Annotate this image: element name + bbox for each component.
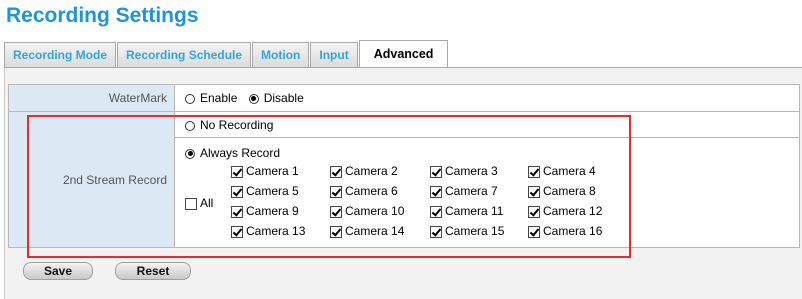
camera-label: Camera 14 [345,224,405,238]
all-cameras-checkbox[interactable] [185,197,197,210]
camera-label: Camera 16 [543,224,603,238]
watermark-disable-option[interactable]: Disable [248,91,304,105]
camera-label: Camera 1 [246,164,299,178]
camera-option[interactable]: Camera 10 [330,204,430,219]
camera-label: Camera 11 [445,204,504,218]
no-recording-label: No Recording [200,118,274,132]
camera-grid: Camera 1 Camera 2 Camera 3 Camera 4 Came… [231,164,628,239]
tab-advanced[interactable]: Advanced [358,40,449,67]
always-record-option[interactable]: Always Record [185,146,280,160]
stream-record-value: No Recording Always Record All Camera 1 … [174,111,800,248]
camera-checkbox[interactable] [528,165,540,178]
camera-option[interactable]: Camera 7 [430,184,528,199]
camera-checkbox[interactable] [330,225,342,238]
watermark-enable-option[interactable]: Enable [185,91,241,105]
camera-option[interactable]: Camera 16 [528,224,628,239]
camera-label: Camera 3 [445,164,498,178]
reset-button[interactable]: Reset [115,262,191,280]
camera-option[interactable]: Camera 4 [528,164,628,179]
tab-input[interactable]: Input [310,42,358,67]
camera-option[interactable]: Camera 14 [330,224,430,239]
watermark-disable-radio[interactable] [248,93,259,104]
watermark-label: WaterMark [8,84,175,112]
page-title: Recording Settings [6,4,199,27]
camera-label: Camera 13 [246,224,306,238]
camera-checkbox[interactable] [231,165,243,178]
camera-label: Camera 7 [445,184,498,198]
camera-checkbox[interactable] [330,185,342,198]
camera-label: Camera 6 [345,184,398,198]
camera-checkbox[interactable] [231,205,243,218]
watermark-disable-label: Disable [263,91,304,105]
save-button[interactable]: Save [23,262,93,280]
all-cameras-option[interactable]: All [185,196,213,210]
camera-checkbox[interactable] [430,205,442,218]
tab-recording-mode[interactable]: Recording Mode [4,42,117,67]
camera-checkbox[interactable] [430,165,442,178]
camera-option[interactable]: Camera 12 [528,204,628,219]
camera-option[interactable]: Camera 6 [330,184,430,199]
camera-option[interactable]: Camera 13 [231,224,330,239]
camera-label: Camera 8 [543,184,596,198]
camera-label: Camera 10 [345,204,405,218]
camera-option[interactable]: Camera 2 [330,164,430,179]
camera-label: Camera 12 [543,204,603,218]
camera-option[interactable]: Camera 5 [231,184,330,199]
camera-label: Camera 2 [345,164,398,178]
camera-checkbox[interactable] [430,185,442,198]
watermark-enable-radio[interactable] [185,93,195,104]
camera-checkbox[interactable] [430,225,442,238]
camera-option[interactable]: Camera 3 [430,164,528,179]
settings-form: WaterMark Enable Disable 2nd Stream Reco… [8,84,800,248]
tab-motion[interactable]: Motion [252,42,310,67]
camera-checkbox[interactable] [528,205,540,218]
camera-option[interactable]: Camera 11 [430,204,528,219]
row-divider [175,137,799,138]
camera-checkbox[interactable] [231,225,243,238]
camera-checkbox[interactable] [330,205,342,218]
watermark-enable-label: Enable [200,91,238,105]
all-cameras-label: All [200,196,214,210]
camera-checkbox[interactable] [231,185,243,198]
camera-option[interactable]: Camera 8 [528,184,628,199]
camera-label: Camera 15 [445,224,505,238]
camera-label: Camera 9 [246,204,299,218]
stream-record-label: 2nd Stream Record [8,111,175,248]
camera-label: Camera 5 [246,184,299,198]
camera-option[interactable]: Camera 15 [430,224,528,239]
camera-option[interactable]: Camera 1 [231,164,330,179]
always-record-radio[interactable] [185,148,195,159]
always-record-label: Always Record [200,146,281,160]
tab-bar: Recording Mode Recording Schedule Motion… [4,40,449,68]
tab-recording-schedule[interactable]: Recording Schedule [117,42,252,67]
camera-checkbox[interactable] [528,225,540,238]
camera-option[interactable]: Camera 9 [231,204,330,219]
camera-label: Camera 4 [543,164,596,178]
camera-checkbox[interactable] [528,185,540,198]
no-recording-radio[interactable] [185,120,195,131]
watermark-value: Enable Disable [174,84,800,112]
camera-checkbox[interactable] [330,165,342,178]
no-recording-option[interactable]: No Recording [185,118,273,132]
